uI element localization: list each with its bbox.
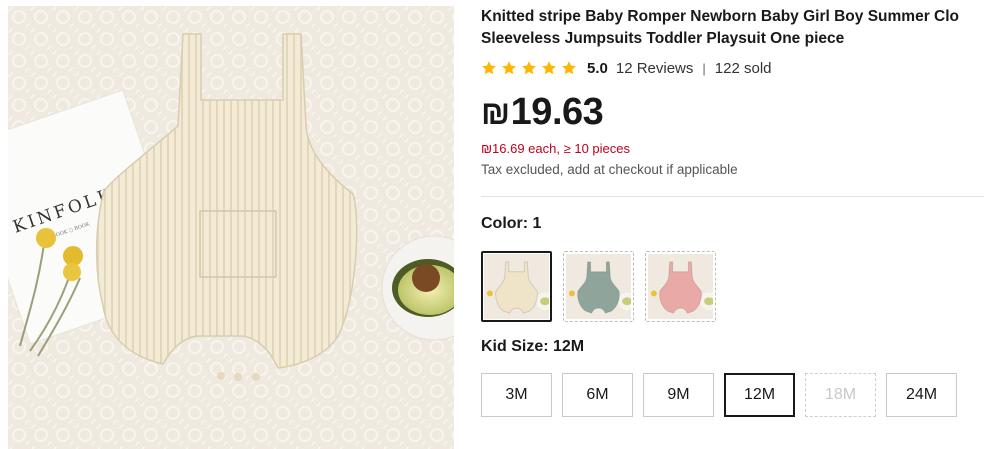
star-icon [561,60,577,76]
bulk-price-note: ₪16.69 each, ≥ 10 pieces [481,141,630,156]
size-label: Kid Size: 12M [481,338,585,355]
color-swatch-cream[interactable] [481,251,552,322]
reviews-link[interactable]: 12 Reviews [616,60,694,77]
product-main-image[interactable]: KINFOLK BOOK ○ BOOK [8,6,454,449]
swatch-thumbnail [648,254,713,319]
star-icon [541,60,557,76]
size-option-6m[interactable]: 6M [562,373,633,417]
product-title: Knitted stripe Baby Romper Newborn Baby … [481,6,984,50]
color-swatch-pink[interactable] [645,251,716,322]
color-label: Color: 1 [481,215,542,232]
color-swatches [481,251,716,322]
star-icon [481,60,497,76]
swatch-thumbnail [566,254,631,319]
size-option-24m[interactable]: 24M [886,373,957,417]
size-options: 3M 6M 9M 12M 18M 24M [481,373,957,417]
color-swatch-sage[interactable] [563,251,634,322]
section-divider [481,196,984,197]
currency-symbol: ₪ [481,94,510,131]
star-icon [501,60,517,76]
size-option-12m[interactable]: 12M [724,373,795,417]
product-title-line-2: Sleeveless Jumpsuits Toddler Playsuit On… [481,30,845,47]
rating-score: 5.0 [587,59,608,77]
rating-separator: | [702,60,706,76]
size-option-9m[interactable]: 9M [643,373,714,417]
product-title-line-1: Knitted stripe Baby Romper Newborn Baby … [481,8,959,25]
size-option-3m[interactable]: 3M [481,373,552,417]
star-icon [521,60,537,76]
product-price: ₪19.63 [481,90,984,134]
price-value: 19.63 [510,91,604,133]
product-info-panel: Knitted stripe Baby Romper Newborn Baby … [481,6,984,417]
star-rating [481,60,577,76]
tax-note: Tax excluded, add at checkout if applica… [481,162,738,177]
size-option-18m[interactable]: 18M [805,373,876,417]
swatch-thumbnail [484,254,549,319]
romper-photo: KINFOLK BOOK ○ BOOK [8,6,454,449]
rating-row: 5.0 12 Reviews | 122 sold [481,57,984,79]
sold-count: 122 sold [714,59,772,77]
